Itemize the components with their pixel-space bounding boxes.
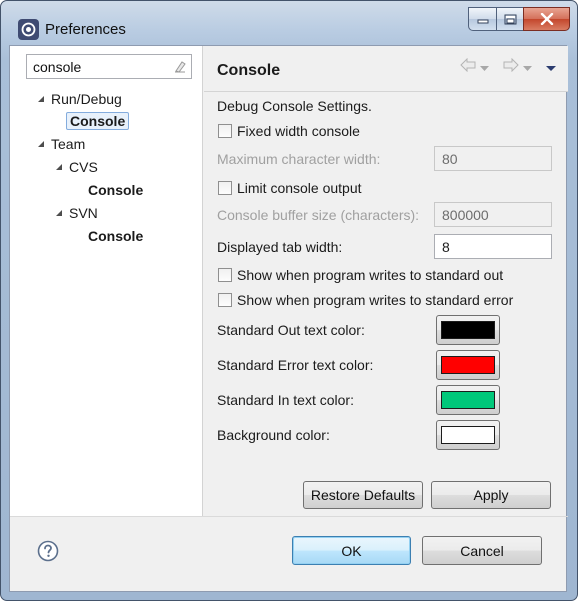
- limit-output-label[interactable]: Limit console output: [237, 180, 362, 196]
- tree-item-svn-console[interactable]: Console: [88, 225, 143, 246]
- eclipse-icon: [18, 19, 39, 40]
- stdout-color-label: Standard Out text color:: [217, 322, 365, 338]
- footer-separator: [10, 516, 568, 517]
- color-swatch: [441, 391, 495, 409]
- expanded-triangle-icon[interactable]: [36, 139, 46, 149]
- stdout-color-button[interactable]: [436, 315, 500, 345]
- expanded-triangle-icon[interactable]: [54, 208, 64, 218]
- tree-item-team[interactable]: Team: [36, 133, 85, 154]
- stdin-color-label: Standard In text color:: [217, 392, 354, 408]
- caption-buttons: [468, 7, 570, 31]
- minimize-icon: [477, 19, 488, 24]
- filter-field[interactable]: [26, 54, 192, 79]
- tree-item-label: Console: [88, 181, 144, 198]
- background-color-label: Background color:: [217, 427, 330, 443]
- tab-width-field[interactable]: 8: [434, 234, 552, 259]
- minimize-button[interactable]: [468, 7, 496, 31]
- tree-item-cvs[interactable]: CVS: [54, 156, 98, 177]
- preference-tree-pane: Run/Debug Console Team CVS Console: [10, 46, 203, 516]
- back-arrow-icon[interactable]: [460, 57, 476, 75]
- tree-item-label: Console: [88, 227, 144, 244]
- buffer-size-field[interactable]: 800000: [434, 202, 552, 227]
- tree-item-svn[interactable]: SVN: [54, 202, 98, 223]
- restore-defaults-button[interactable]: Restore Defaults: [303, 481, 423, 509]
- fixed-width-checkbox[interactable]: [218, 124, 232, 138]
- view-menu-icon[interactable]: [546, 59, 556, 75]
- page-header: Console: [204, 46, 568, 92]
- show-stdout-checkbox[interactable]: [218, 268, 232, 282]
- tree-item-label: SVN: [69, 204, 98, 221]
- tree-item-label: Run/Debug: [51, 90, 122, 107]
- color-swatch: [441, 356, 495, 374]
- show-stdout-label[interactable]: Show when program writes to standard out: [237, 267, 503, 283]
- title-bar[interactable]: Preferences: [1, 1, 577, 40]
- expanded-triangle-icon[interactable]: [36, 94, 46, 104]
- section-label: Debug Console Settings.: [217, 98, 372, 114]
- expanded-triangle-icon[interactable]: [54, 162, 64, 172]
- maximize-icon: [504, 14, 516, 24]
- page-title: Console: [217, 62, 281, 79]
- max-char-width-label: Maximum character width:: [217, 151, 381, 167]
- tree-item-run-debug[interactable]: Run/Debug: [36, 88, 122, 109]
- stderr-color-button[interactable]: [436, 350, 500, 380]
- maximize-button[interactable]: [496, 7, 523, 31]
- color-swatch: [441, 426, 495, 444]
- stdin-color-button[interactable]: [436, 385, 500, 415]
- forward-dropdown-icon[interactable]: [523, 59, 532, 75]
- max-char-width-field[interactable]: 80: [434, 146, 552, 171]
- apply-button[interactable]: Apply: [431, 481, 551, 509]
- close-icon: [540, 13, 553, 25]
- show-stderr-checkbox[interactable]: [218, 293, 232, 307]
- close-button[interactable]: [523, 7, 570, 31]
- clear-filter-icon[interactable]: [173, 60, 187, 77]
- dialog-client-area: Run/Debug Console Team CVS Console: [9, 45, 568, 592]
- preference-page: Console Debug Console Settings. Fixed wi…: [204, 46, 568, 516]
- fixed-width-label[interactable]: Fixed width console: [237, 123, 360, 139]
- window-title: Preferences: [45, 21, 126, 38]
- color-swatch: [441, 321, 495, 339]
- cancel-button[interactable]: Cancel: [422, 536, 542, 565]
- tree-item-cvs-console[interactable]: Console: [88, 179, 143, 200]
- limit-output-checkbox[interactable]: [218, 181, 232, 195]
- page-navigation: [460, 57, 556, 75]
- background-color-button[interactable]: [436, 420, 500, 450]
- buffer-size-label: Console buffer size (characters):: [217, 207, 420, 223]
- show-stderr-label[interactable]: Show when program writes to standard err…: [237, 292, 513, 308]
- back-dropdown-icon[interactable]: [480, 59, 489, 75]
- stderr-color-label: Standard Error text color:: [217, 357, 374, 373]
- tree-item-label: Team: [51, 135, 86, 152]
- help-icon[interactable]: [37, 540, 59, 565]
- tree-item-run-debug-console[interactable]: Console: [66, 110, 130, 131]
- tree-item-label: CVS: [69, 158, 98, 175]
- forward-arrow-icon[interactable]: [503, 57, 519, 75]
- filter-input[interactable]: [33, 58, 171, 75]
- tab-width-label: Displayed tab width:: [217, 239, 343, 255]
- ok-button[interactable]: OK: [292, 536, 411, 565]
- preferences-window: Preferences Run/Deb: [0, 0, 578, 601]
- tree-item-label: Console: [66, 111, 130, 130]
